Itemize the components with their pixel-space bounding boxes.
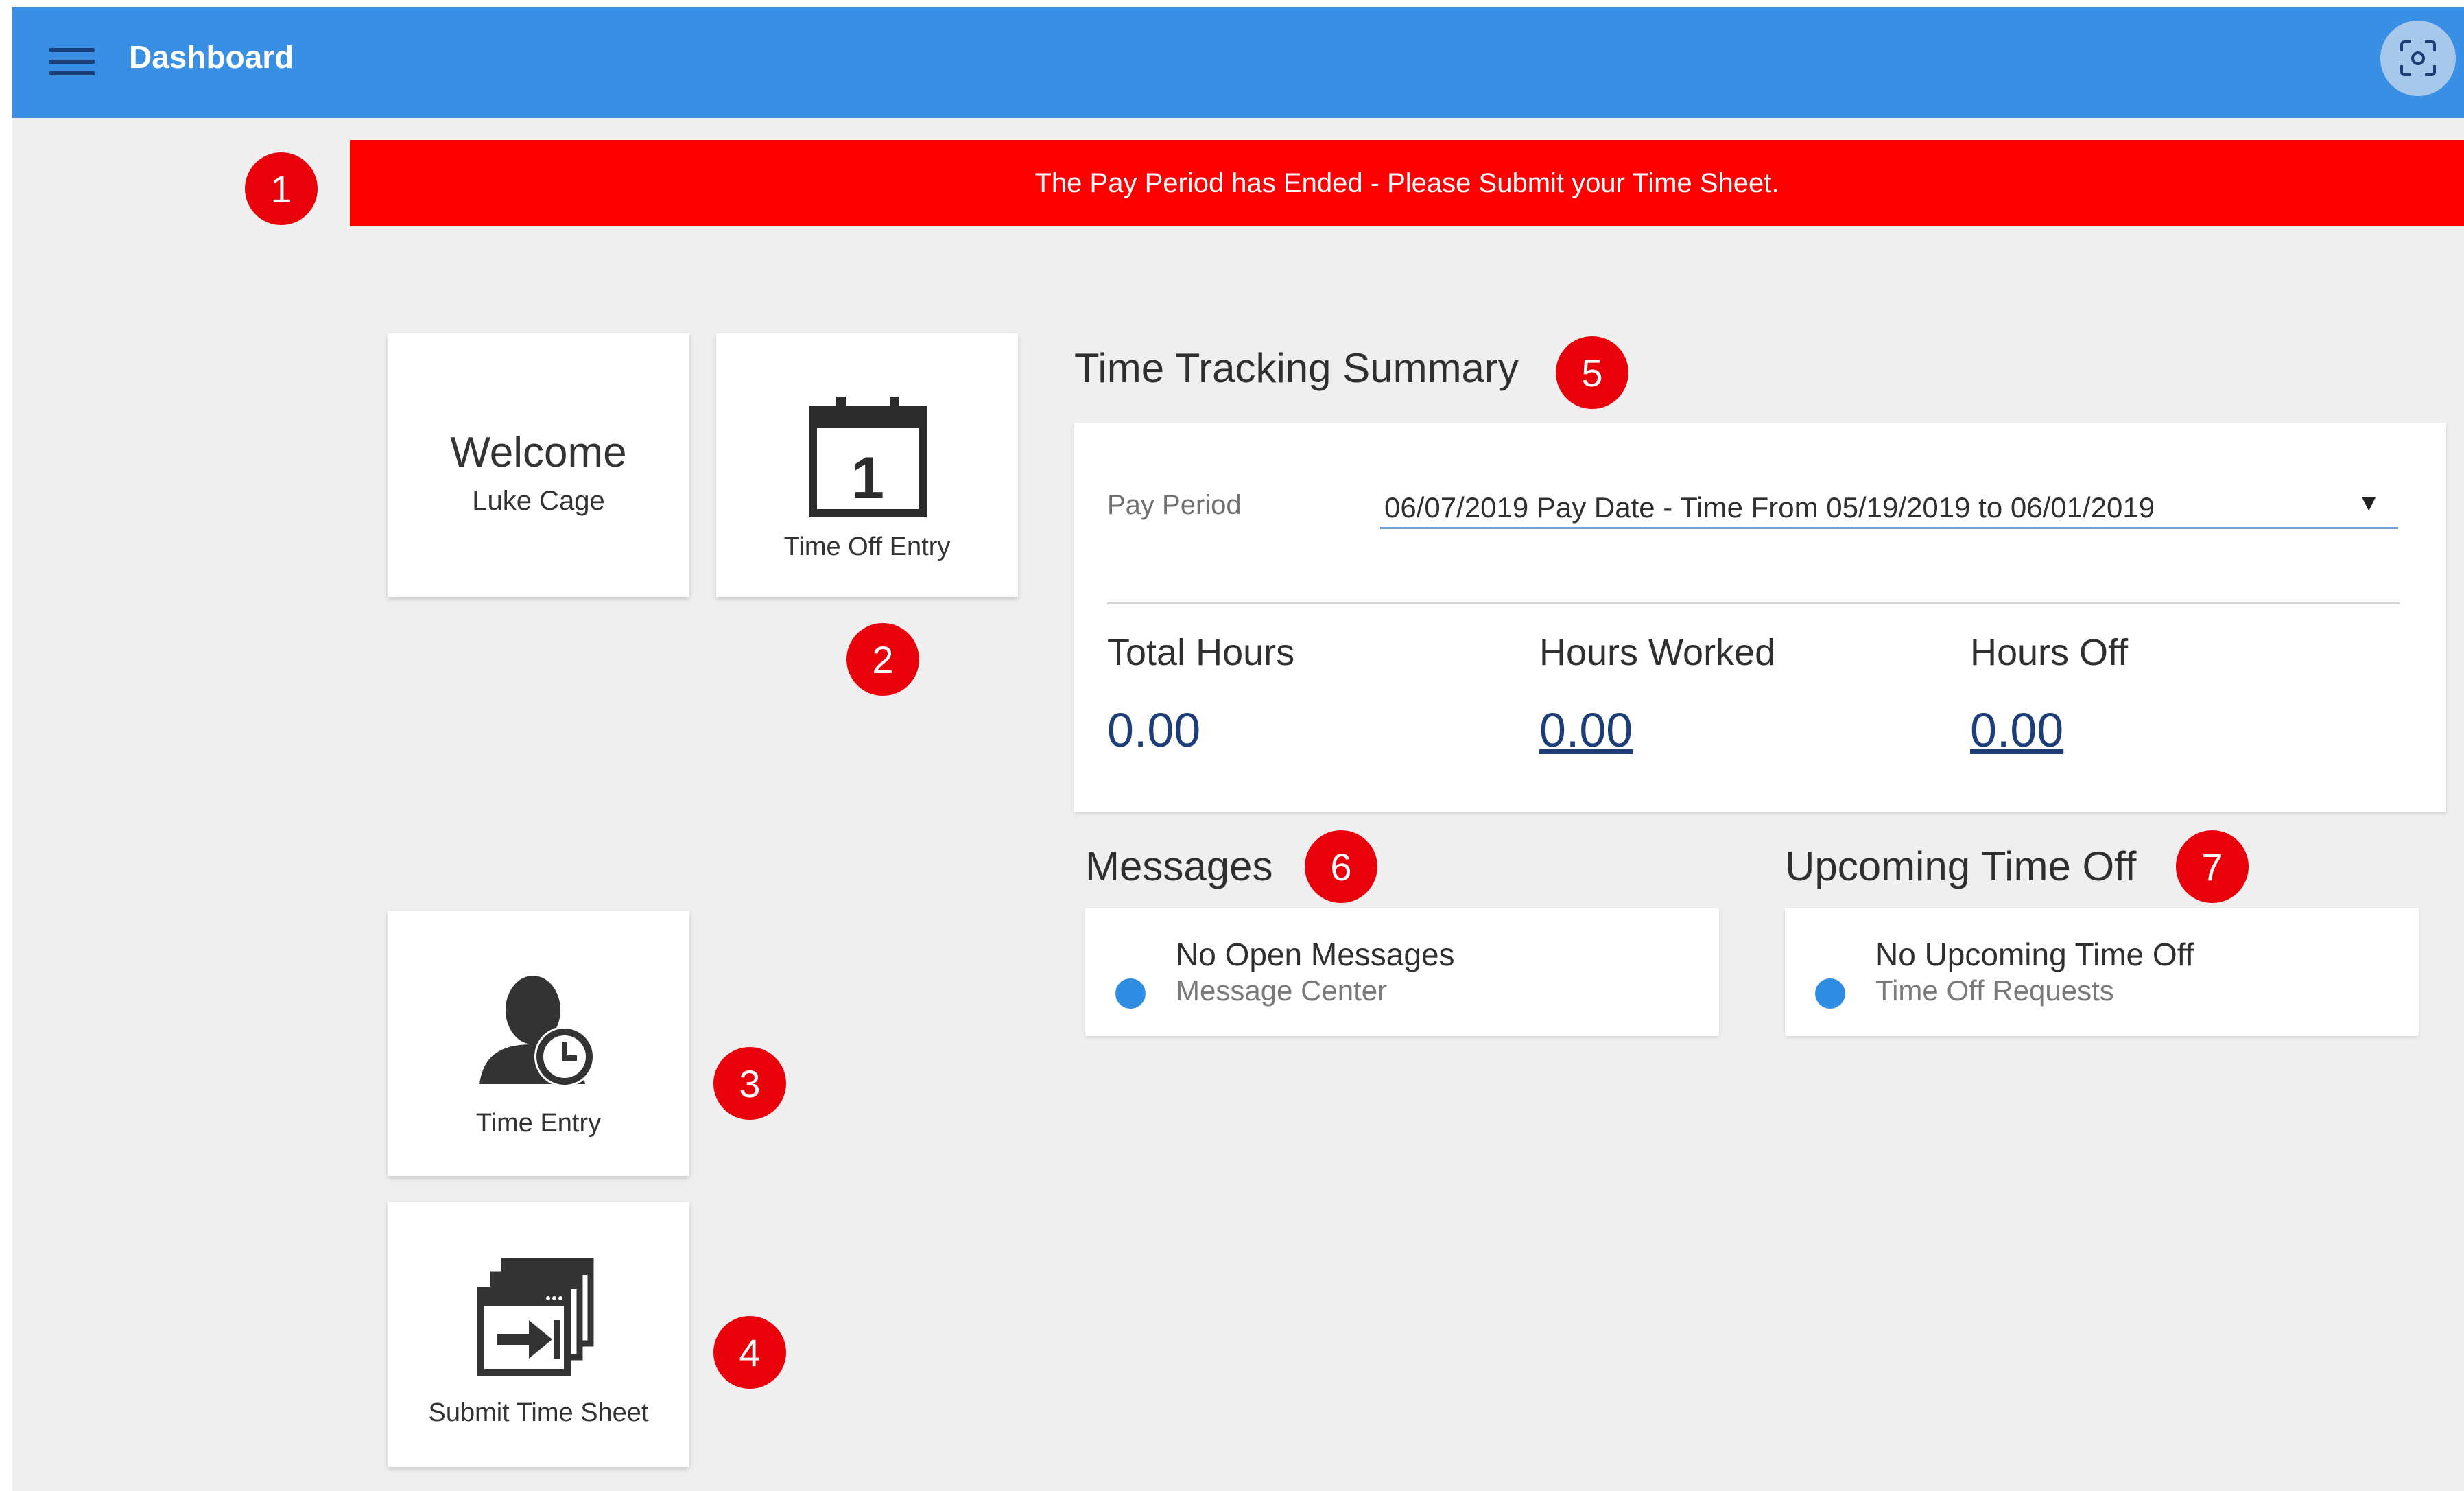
callout-badge-4: 4 <box>713 1316 786 1389</box>
status-dot <box>1815 978 1845 1009</box>
messages-title: Messages <box>1085 843 1273 889</box>
pay-period-select[interactable]: 06/07/2019 Pay Date - Time From 05/19/20… <box>1380 480 2398 529</box>
submit-windows-icon <box>477 1258 594 1376</box>
chevron-down-icon: ▼ <box>2357 490 2380 516</box>
pay-period-selected-value: 06/07/2019 Pay Date - Time From 05/19/20… <box>1384 491 2155 524</box>
hamburger-menu-icon[interactable] <box>49 43 97 81</box>
callout-badge-2: 2 <box>846 623 919 696</box>
messages-card[interactable]: No Open Messages Message Center <box>1085 908 1719 1036</box>
time-off-entry-tile[interactable]: 1 Time Off Entry <box>716 333 1018 597</box>
callout-badge-5: 5 <box>1556 336 1628 409</box>
total-hours-label: Total Hours <box>1107 632 1295 673</box>
pay-period-alert-banner: The Pay Period has Ended - Please Submit… <box>350 140 2464 226</box>
hours-off-label: Hours Off <box>1970 632 2129 673</box>
upcoming-time-off-card[interactable]: No Upcoming Time Off Time Off Requests <box>1785 908 2419 1036</box>
page-title: Dashboard <box>129 39 294 75</box>
submit-time-sheet-label: Submit Time Sheet <box>428 1398 649 1427</box>
alert-text: The Pay Period has Ended - Please Submit… <box>1034 167 1779 198</box>
user-name: Luke Cage <box>472 486 605 516</box>
time-entry-label: Time Entry <box>475 1109 602 1138</box>
welcome-heading: Welcome <box>450 429 627 476</box>
callout-badge-7: 7 <box>2176 830 2249 903</box>
total-hours-value: 0.00 <box>1107 703 1201 757</box>
welcome-tile: Welcome Luke Cage <box>388 333 689 597</box>
status-dot <box>1115 978 1146 1009</box>
top-app-bar: Dashboard <box>12 7 2464 118</box>
hours-off-link[interactable]: 0.00 <box>1970 703 2063 758</box>
upcoming-time-off-title: Upcoming Time Off <box>1785 843 2137 889</box>
app-window: Dashboard 1 The Pay Period has Ended - P… <box>12 7 2464 1491</box>
pay-period-label: Pay Period <box>1107 490 1242 520</box>
focus-scan-icon[interactable] <box>2380 21 2456 96</box>
time-off-entry-label: Time Off Entry <box>783 532 951 561</box>
svg-text:1: 1 <box>851 445 884 511</box>
callout-badge-6: 6 <box>1305 830 1377 903</box>
time-entry-tile[interactable]: Time Entry <box>388 911 689 1176</box>
calendar-icon: 1 <box>809 397 927 517</box>
callout-badge-3: 3 <box>713 1047 786 1120</box>
message-center-link[interactable]: Message Center <box>1176 974 1387 1007</box>
time-tracking-summary-title: Time Tracking Summary <box>1074 345 1519 391</box>
submit-time-sheet-tile[interactable]: Submit Time Sheet <box>388 1202 689 1467</box>
hours-worked-label: Hours Worked <box>1539 632 1776 673</box>
user-clock-icon <box>479 976 595 1087</box>
hours-worked-link[interactable]: 0.00 <box>1539 703 1633 758</box>
time-tracking-summary-card: Pay Period 06/07/2019 Pay Date - Time Fr… <box>1074 423 2446 812</box>
time-off-requests-link[interactable]: Time Off Requests <box>1875 974 2114 1007</box>
upcoming-time-off-item-title: No Upcoming Time Off <box>1875 937 2194 972</box>
divider <box>1107 602 2400 604</box>
messages-item-title: No Open Messages <box>1176 937 1455 972</box>
callout-badge-1: 1 <box>245 152 318 225</box>
